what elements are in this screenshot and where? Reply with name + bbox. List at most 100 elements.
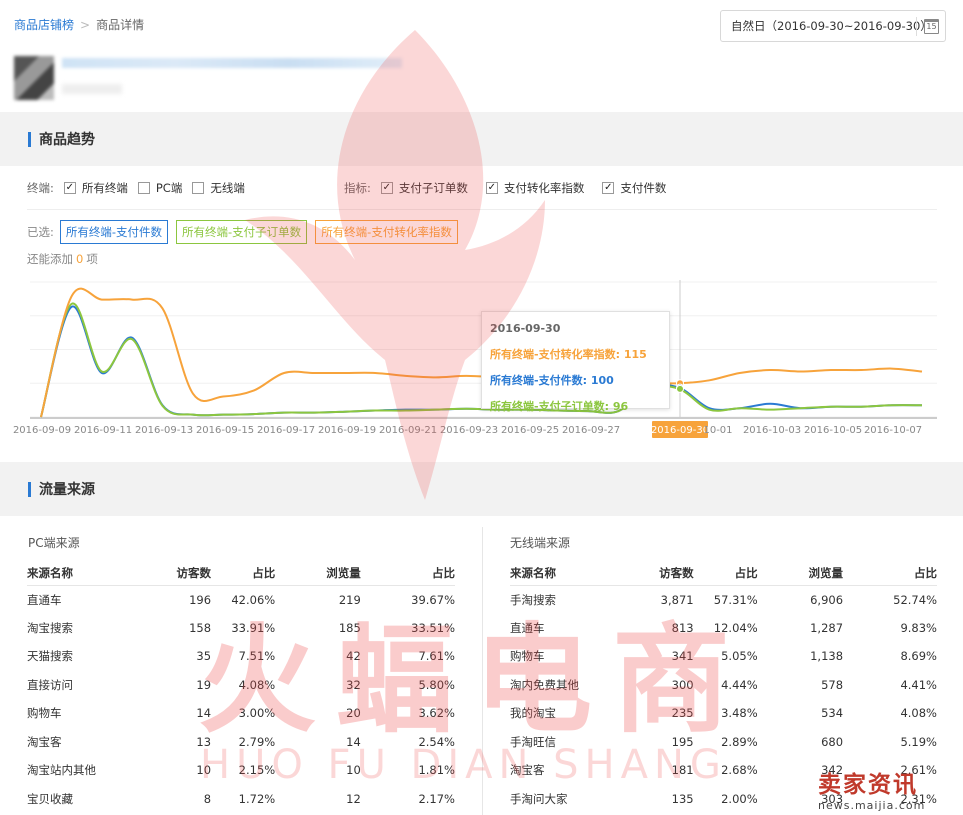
tooltip-row-items: 所有终端-支付件数: 100 (490, 372, 661, 388)
x-tick-label: 2016-10-05 (804, 425, 862, 436)
value-cell: 12 (346, 791, 361, 806)
value-cell: 4.08% (900, 706, 937, 721)
section-header-trend: 商品趋势 (0, 112, 963, 166)
source-name-cell: 购物车 (510, 649, 545, 664)
value-cell: 303 (821, 791, 844, 806)
source-name-cell: 淘宝客 (510, 763, 545, 778)
mobile-source-table: 来源名称 访客数 占比 浏览量 占比 手淘搜索 3,871 57.31% 6,906 52.74%… (510, 561, 937, 813)
value-cell: 42 (346, 649, 361, 664)
table-row[interactable]: 购物车 14 3.00% 20 3.62% (27, 699, 455, 728)
x-tick-label: 2016-09-23 (440, 425, 498, 436)
source-name-cell: 直接访问 (27, 677, 73, 692)
x-tick-label: 10-01 (703, 425, 732, 436)
table-header-row: 来源名称 访客数 占比 浏览量 占比 (27, 561, 455, 586)
x-tick-label: 2016-09-21 (379, 425, 437, 436)
column-header[interactable]: 访客数 (146, 561, 212, 586)
value-cell: 680 (821, 734, 844, 749)
value-cell: 181 (671, 763, 694, 778)
table-row[interactable]: 我的淘宝 235 3.48% 534 4.08% (510, 699, 937, 728)
column-header[interactable]: 来源名称 (510, 561, 630, 586)
value-cell: 13 (196, 734, 212, 749)
column-header[interactable]: 占比 (843, 561, 937, 586)
value-cell: 1.81% (418, 763, 455, 778)
checkbox-terminal-pc[interactable]: PC端 (137, 180, 182, 196)
table-row[interactable]: 淘宝客 181 2.68% 342 2.61% (510, 756, 937, 785)
tooltip-label: 所有终端-支付件数: (490, 374, 587, 387)
breadcrumb-parent-link[interactable]: 商品店铺榜 (14, 18, 74, 32)
value-cell: 2.89% (721, 734, 758, 749)
value-cell: 235 (671, 706, 694, 721)
value-cell: 8.69% (900, 649, 937, 664)
column-header[interactable]: 浏览量 (275, 561, 361, 586)
section-title-traffic: 流量来源 (39, 482, 95, 498)
table-row[interactable]: 直接访问 19 4.08% 32 5.80% (27, 671, 455, 700)
source-name-cell: 淘宝搜索 (27, 620, 73, 635)
value-cell: 7.61% (418, 649, 455, 664)
product-thumbnail[interactable] (14, 56, 54, 100)
value-cell: 12.04% (713, 620, 758, 635)
checkbox-checked-icon: ✓ (380, 182, 393, 194)
filter-divider (27, 209, 937, 210)
value-cell: 4.44% (721, 677, 758, 692)
value-cell: 57.31% (713, 592, 758, 607)
tooltip-value: 100 (590, 374, 614, 387)
calendar-icon[interactable]: 15 (924, 19, 939, 34)
addable-count: 0 (76, 252, 84, 266)
value-cell: 1,138 (810, 649, 844, 664)
value-cell: 5.19% (900, 734, 937, 749)
value-cell: 342 (821, 763, 844, 778)
section-accent-bar (28, 131, 31, 147)
value-cell: 52.74% (893, 592, 937, 607)
table-row[interactable]: 淘宝搜索 158 33.91% 185 33.51% (27, 614, 455, 643)
checkbox-terminal-wireless[interactable]: 无线端 (192, 180, 245, 196)
table-row[interactable]: 淘宝站内其他 10 2.15% 10 1.81% (27, 756, 455, 785)
source-name-cell: 手淘旺信 (510, 734, 556, 749)
table-row[interactable]: 手淘问大家 135 2.00% 303 2.31% (510, 785, 937, 814)
x-tick-label: 2016-09-30 (651, 425, 709, 436)
source-name-cell: 我的淘宝 (510, 706, 556, 721)
product-title-blurred[interactable] (62, 58, 402, 68)
column-header[interactable]: 来源名称 (27, 561, 147, 586)
selected-tag-suborders[interactable]: 所有终端-支付子订单数 (176, 220, 308, 244)
column-header[interactable]: 访客数 (629, 561, 694, 586)
table-row[interactable]: 宝贝收藏 8 1.72% 12 2.17% (27, 785, 455, 814)
checkbox-checked-icon: ✓ (485, 182, 498, 194)
value-cell: 6,906 (810, 592, 844, 607)
date-range-label: 自然日（2016-09-30~2016-09-30） (731, 19, 932, 33)
source-name-cell: 天猫搜索 (27, 649, 73, 664)
tooltip-date: 2016-09-30 (490, 322, 561, 335)
product-subtitle-blurred (62, 84, 122, 94)
checkbox-metric-conversion[interactable]: ✓ 支付转化率指数 (485, 180, 584, 196)
selected-tag-items[interactable]: 所有终端-支付件数 (59, 220, 169, 244)
table-row[interactable]: 手淘旺信 195 2.89% 680 5.19% (510, 728, 937, 757)
table-row[interactable]: 购物车 341 5.05% 1,138 8.69% (510, 642, 937, 671)
table-row[interactable]: 淘内免费其他 300 4.44% 578 4.41% (510, 671, 937, 700)
value-cell: 9.83% (900, 620, 937, 635)
column-header[interactable]: 浏览量 (757, 561, 844, 586)
checkbox-metric-suborders[interactable]: ✓ 支付子订单数 (380, 180, 468, 196)
table-row[interactable]: 直通车 196 42.06% 219 39.67% (27, 585, 455, 614)
value-cell: 158 (189, 620, 212, 635)
table-row[interactable]: 手淘搜索 3,871 57.31% 6,906 52.74% (510, 585, 937, 614)
value-cell: 2.61% (900, 763, 937, 778)
column-header[interactable]: 占比 (211, 561, 276, 586)
value-cell: 1.72% (238, 791, 276, 806)
table-row[interactable]: 天猫搜索 35 7.51% 42 7.61% (27, 642, 455, 671)
checkbox-label: 支付件数 (620, 181, 667, 195)
checkbox-metric-items[interactable]: ✓ 支付件数 (602, 180, 666, 196)
date-range-picker[interactable]: 自然日（2016-09-30~2016-09-30） 15 (720, 10, 946, 42)
table-row[interactable]: 直通车 813 12.04% 1,287 9.83% (510, 614, 937, 643)
value-cell: 2.79% (238, 734, 276, 749)
checkbox-terminal-all[interactable]: ✓ 所有终端 (63, 180, 128, 196)
pc-source-table: 来源名称 访客数 占比 浏览量 占比 直通车 196 42.06% 219 39.67% 淘宝搜索 1… (27, 561, 455, 813)
column-header[interactable]: 占比 (693, 561, 758, 586)
selected-tag-conversion[interactable]: 所有终端-支付转化率指数 (315, 220, 458, 244)
value-cell: 3.48% (721, 706, 758, 721)
checkbox-label: 无线端 (210, 181, 245, 195)
value-cell: 10 (346, 763, 361, 778)
value-cell: 185 (338, 620, 361, 635)
column-header[interactable]: 占比 (360, 561, 455, 586)
tooltip-row-suborders: 所有终端-支付子订单数: 96 (490, 398, 661, 414)
page: 商品店铺榜 > 商品详情 自然日（2016-09-30~2016-09-30） 15… (0, 0, 963, 815)
table-row[interactable]: 淘宝客 13 2.79% 14 2.54% (27, 728, 455, 757)
